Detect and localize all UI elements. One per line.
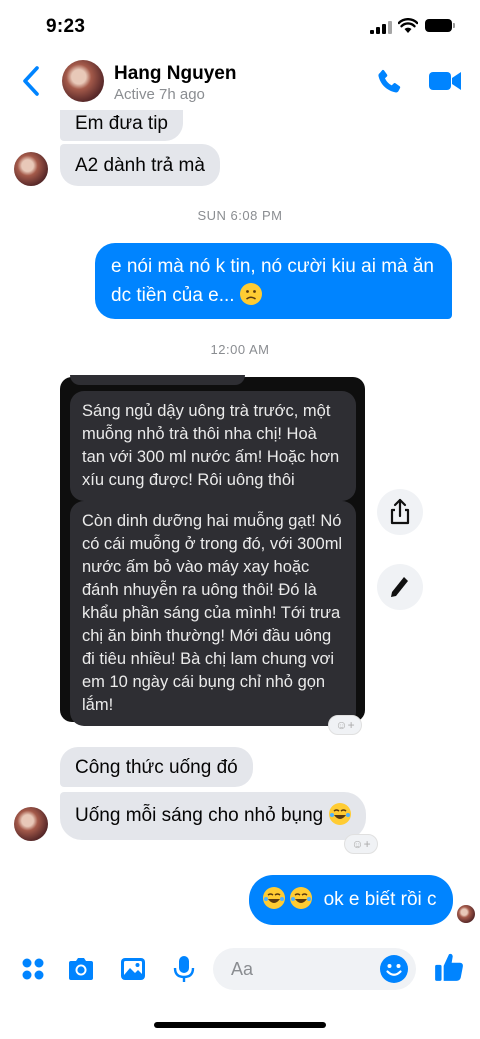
tears-of-joy-icon [263, 887, 285, 909]
active-status: Active 7h ago [114, 86, 205, 103]
back-chevron-icon[interactable] [18, 64, 44, 98]
emoji-icon[interactable] [379, 954, 409, 984]
message-thread[interactable]: Em đưa tip A2 dành trả mà SUN 6:08 PM e … [0, 100, 480, 930]
gallery-icon[interactable] [118, 954, 148, 984]
timestamp: SUN 6:08 PM [197, 208, 283, 223]
message-line: dc tiền của e... [111, 285, 235, 306]
conversation-header: Hang Nguyen Active 7h ago [0, 50, 480, 110]
add-reaction-icon[interactable]: ☺+ [344, 834, 378, 854]
contact-name[interactable]: Hang Nguyen [114, 63, 236, 85]
contact-avatar[interactable] [62, 60, 104, 102]
cropped-bubble [70, 375, 245, 385]
message-input[interactable] [231, 956, 371, 982]
tears-of-joy-icon [290, 887, 313, 909]
message-text: Uống mỗi sáng cho nhỏ bụng [75, 805, 324, 826]
signal-icon [370, 21, 392, 34]
camera-icon[interactable] [66, 954, 96, 984]
microphone-icon[interactable] [169, 954, 199, 984]
message-bubble-outgoing[interactable]: ok e biết rồi c [249, 875, 453, 925]
thumbs-up-icon[interactable] [433, 950, 465, 984]
frowning-face-icon [239, 283, 262, 305]
pencil-icon[interactable] [377, 564, 423, 610]
wifi-icon [398, 18, 418, 33]
home-indicator [154, 1022, 326, 1028]
video-camera-icon[interactable] [428, 69, 462, 93]
attachment-message: Sáng ngủ dậy uông trà trước, một muỗng n… [70, 391, 356, 501]
message-bubble-incoming[interactable]: Công thức uống đó [60, 747, 253, 787]
message-line: e nói mà nó k tin, nó cười kiu ai mà ăn [111, 256, 434, 277]
message-text: ok e biết rồi c [323, 889, 437, 910]
message-composer [0, 940, 480, 1000]
screenshot-attachment[interactable]: Sáng ngủ dậy uông trà trước, một muỗng n… [60, 375, 365, 726]
share-icon[interactable] [377, 489, 423, 535]
tears-of-joy-icon [328, 803, 351, 825]
status-bar: 9:23 [0, 0, 480, 50]
timestamp: 12:00 AM [210, 342, 270, 357]
battery-icon [425, 19, 455, 32]
read-receipt-avatar [457, 905, 475, 923]
add-reaction-icon[interactable]: ☺+ [328, 715, 362, 735]
message-input-field[interactable] [213, 948, 416, 990]
status-time: 9:23 [46, 16, 86, 37]
message-bubble-incoming[interactable]: Uống mỗi sáng cho nhỏ bụng [60, 792, 366, 840]
message-bubble-incoming[interactable]: A2 dành trả mà [60, 144, 220, 186]
message-bubble-outgoing[interactable]: e nói mà nó k tin, nó cười kiu ai mà ăn … [95, 243, 452, 319]
sender-avatar[interactable] [14, 152, 48, 186]
message-bubble-incoming[interactable]: Em đưa tip [60, 105, 183, 141]
attachment-message: Còn dinh dưỡng hai muỗng gạt! Nó có cái … [70, 501, 356, 726]
apps-grid-icon[interactable] [18, 954, 48, 984]
sender-avatar[interactable] [14, 807, 48, 841]
phone-icon[interactable] [374, 67, 404, 97]
